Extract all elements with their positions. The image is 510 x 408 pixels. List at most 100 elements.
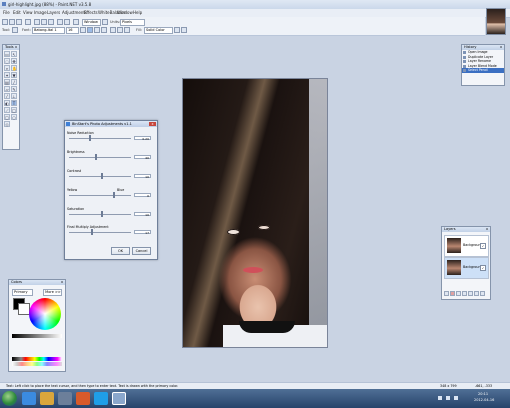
- menu-edit[interactable]: Edit: [13, 10, 21, 15]
- clone-stamp-icon[interactable]: ⊥: [11, 93, 17, 99]
- move-icon[interactable]: ↖: [11, 51, 17, 57]
- menu-help[interactable]: Help: [133, 10, 142, 15]
- freeform-icon[interactable]: ◇: [4, 121, 10, 127]
- clock-date[interactable]: 2012-04-16: [474, 398, 494, 402]
- open-icon[interactable]: [9, 19, 15, 25]
- undo-icon[interactable]: [57, 19, 63, 25]
- new-icon[interactable]: [2, 19, 8, 25]
- start-button[interactable]: [2, 391, 17, 406]
- move-layer-down-icon[interactable]: [474, 291, 479, 296]
- pencil-icon[interactable]: ✎: [11, 86, 17, 92]
- units-dropdown[interactable]: Pixels: [120, 19, 145, 26]
- layer-visibility-checkbox[interactable]: ✓: [480, 265, 486, 271]
- align-right-icon[interactable]: [124, 27, 130, 33]
- menu-layers[interactable]: Layers: [47, 10, 60, 15]
- color-palette[interactable]: [12, 357, 62, 361]
- color-wheel[interactable]: [29, 298, 61, 330]
- paint-net-icon[interactable]: [112, 392, 126, 405]
- save-icon[interactable]: [16, 19, 22, 25]
- delete-layer-icon[interactable]: [450, 291, 455, 296]
- rulers-icon[interactable]: [102, 19, 108, 25]
- recolor-icon[interactable]: ◐: [4, 100, 10, 106]
- move-layer-up-icon[interactable]: [468, 291, 473, 296]
- lasso-icon[interactable]: ◌: [4, 58, 10, 64]
- antialias-icon[interactable]: [174, 27, 180, 33]
- menu-image[interactable]: Image: [34, 10, 47, 15]
- slider-value-field[interactable]: 17: [134, 230, 151, 235]
- layer-properties-icon[interactable]: [480, 291, 485, 296]
- slider-handle[interactable]: [101, 173, 103, 179]
- slider-handle[interactable]: [113, 192, 115, 198]
- slider-value-field[interactable]: 0.20: [134, 136, 151, 141]
- brightness-bar[interactable]: [12, 334, 62, 338]
- window-dropdown[interactable]: Window: [82, 19, 101, 26]
- move-selection-icon[interactable]: ✥: [11, 58, 17, 64]
- slider-track[interactable]: [69, 232, 131, 233]
- flag-icon[interactable]: [438, 396, 442, 400]
- text-icon[interactable]: T: [11, 100, 17, 106]
- slider-value-field[interactable]: 0: [134, 193, 151, 198]
- pan-icon[interactable]: ✋: [11, 65, 17, 71]
- slider-value-field[interactable]: 10: [134, 212, 151, 217]
- blend-mode-icon[interactable]: [181, 27, 187, 33]
- ie-icon[interactable]: [22, 392, 36, 405]
- ok-button[interactable]: OK: [111, 247, 130, 255]
- copy-icon[interactable]: [41, 19, 47, 25]
- merge-layer-icon[interactable]: [462, 291, 467, 296]
- menu-view[interactable]: View: [23, 10, 33, 15]
- paintbrush-icon[interactable]: /: [11, 79, 17, 85]
- primary-secondary-dropdown[interactable]: Primary: [12, 289, 33, 296]
- slider-handle[interactable]: [101, 211, 103, 217]
- print-icon[interactable]: [25, 19, 31, 25]
- image-canvas[interactable]: [182, 78, 328, 348]
- menu-effects[interactable]: Effects: [84, 10, 98, 15]
- folder-icon[interactable]: [40, 392, 54, 405]
- menu-window[interactable]: Window: [117, 10, 133, 15]
- color-picker-icon[interactable]: ⁄: [4, 93, 10, 99]
- more-colors-button[interactable]: More >>: [43, 289, 62, 296]
- color-palette-light[interactable]: [12, 362, 62, 366]
- slider-track[interactable]: [69, 157, 131, 158]
- tools-close-icon[interactable]: x: [14, 45, 18, 49]
- rounded-rect-icon[interactable]: ▢: [4, 114, 10, 120]
- eraser-icon[interactable]: ▱: [4, 86, 10, 92]
- zoom-icon[interactable]: ⌕: [4, 65, 10, 71]
- slider-handle[interactable]: [89, 135, 91, 141]
- network-icon[interactable]: [446, 396, 450, 400]
- align-center-icon[interactable]: [117, 27, 123, 33]
- rectangle-icon[interactable]: □: [11, 107, 17, 113]
- magic-wand-icon[interactable]: ✦: [4, 72, 10, 78]
- font-dropdown[interactable]: Batang-Ital 1: [32, 27, 65, 34]
- fill-dropdown[interactable]: Solid Color: [144, 27, 173, 34]
- cancel-button[interactable]: Cancel: [132, 247, 151, 255]
- media-icon[interactable]: [58, 392, 72, 405]
- text-tool-icon[interactable]: [12, 27, 18, 33]
- volume-icon[interactable]: [454, 396, 458, 400]
- menu-file[interactable]: File: [3, 10, 10, 15]
- select-rect-icon[interactable]: ▭: [4, 51, 10, 57]
- line-icon[interactable]: ⟋: [4, 107, 10, 113]
- history-close-icon[interactable]: x: [499, 45, 503, 49]
- layer-row[interactable]: Background 2 ✓: [444, 235, 489, 257]
- dialog-close-button[interactable]: x: [149, 122, 156, 126]
- layer-visibility-checkbox[interactable]: ✓: [480, 243, 486, 249]
- slider-track[interactable]: [69, 195, 131, 196]
- align-left-icon[interactable]: [110, 27, 116, 33]
- duplicate-layer-icon[interactable]: [456, 291, 461, 296]
- grid-icon[interactable]: [73, 19, 79, 25]
- slider-track[interactable]: [69, 214, 131, 215]
- italic-icon[interactable]: [87, 27, 93, 33]
- redo-icon[interactable]: [64, 19, 70, 25]
- slider-value-field[interactable]: 10: [134, 174, 151, 179]
- slider-handle[interactable]: [95, 154, 97, 160]
- image-tab-thumbnail[interactable]: [486, 8, 506, 35]
- colors-close-icon[interactable]: x: [60, 280, 64, 284]
- layers-close-icon[interactable]: x: [485, 227, 489, 231]
- cut-icon[interactable]: [34, 19, 40, 25]
- underline-icon[interactable]: [94, 27, 100, 33]
- skype-icon[interactable]: [94, 392, 108, 405]
- history-item-selected[interactable]: Select Pencil: [462, 68, 504, 73]
- slider-handle[interactable]: [91, 229, 93, 235]
- bold-icon[interactable]: [80, 27, 86, 33]
- layer-row-selected[interactable]: Background ✓: [444, 257, 489, 279]
